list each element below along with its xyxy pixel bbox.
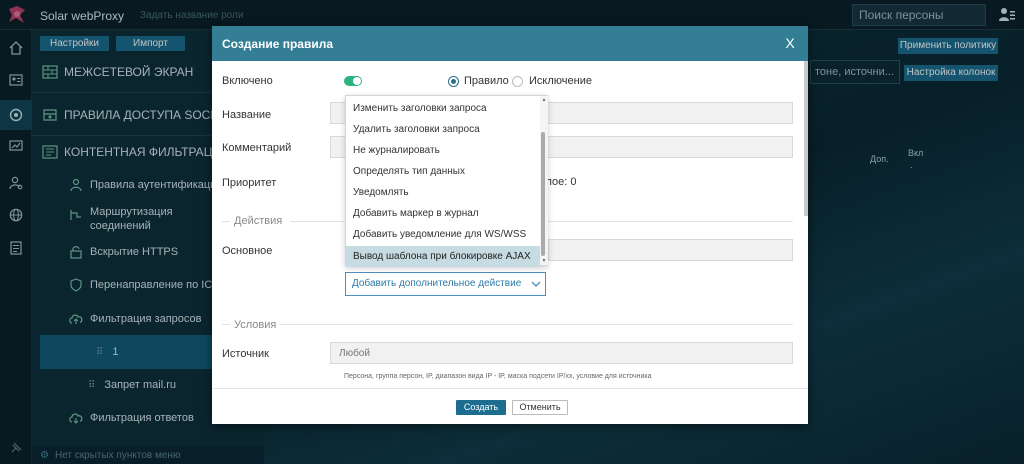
dropdown-option[interactable]: Изменить заголовки запроса	[346, 98, 540, 119]
name-label: Название	[222, 109, 272, 121]
dropdown-option[interactable]: Не журналировать	[346, 140, 540, 161]
dropdown-option[interactable]: Удалить заголовки запроса	[346, 119, 540, 140]
comment-label: Комментарий	[222, 142, 292, 154]
divider	[222, 324, 230, 325]
dropdown-option-highlighted[interactable]: Вывод шаблона при блокировке AJAX	[346, 246, 540, 267]
dropdown-option[interactable]: Определять тип данных	[346, 161, 540, 182]
divider	[280, 324, 793, 325]
chevron-down-icon	[531, 281, 541, 287]
divider	[212, 388, 808, 389]
action-dropdown-list: Изменить заголовки запроса Удалить загол…	[345, 95, 548, 267]
priority-label: Приоритет	[222, 177, 277, 189]
main-action-select[interactable]	[548, 239, 793, 261]
dropdown-option[interactable]: Уведомлять	[346, 182, 540, 203]
dialog-scrollbar[interactable]	[804, 61, 808, 216]
create-rule-dialog: Создание правила X Включено Правило Искл…	[212, 26, 808, 424]
add-action-select-label: Добавить дополнительное действие	[352, 278, 522, 289]
source-hint: Персона, группа персон, IP, диапазон вид…	[344, 373, 652, 380]
exception-radio[interactable]	[512, 76, 523, 87]
source-label: Источник	[222, 348, 269, 360]
divider	[222, 221, 230, 222]
dialog-header: Создание правила X	[212, 26, 808, 61]
actions-section-label: Действия	[234, 215, 283, 227]
close-icon[interactable]: X	[780, 33, 800, 53]
dropdown-scrollbar-thumb[interactable]	[541, 132, 545, 256]
source-input[interactable]	[330, 342, 793, 364]
scroll-down-icon[interactable]: ▼	[541, 258, 547, 264]
exception-radio-label: Исключение	[529, 75, 592, 87]
scroll-up-icon[interactable]: ▲	[541, 97, 547, 103]
create-button[interactable]: Создать	[456, 400, 506, 415]
rule-radio[interactable]	[448, 76, 459, 87]
rule-radio-label: Правило	[464, 75, 509, 87]
enabled-toggle[interactable]	[344, 76, 362, 86]
add-action-select[interactable]: Добавить дополнительное действие	[345, 272, 546, 296]
conditions-section-label: Условия	[234, 319, 277, 331]
dialog-title: Создание правила	[222, 37, 334, 51]
dropdown-option[interactable]: Добавить маркер в журнал	[346, 203, 540, 224]
cancel-button[interactable]: Отменить	[512, 400, 568, 415]
dropdown-option[interactable]: Добавить уведомление для WS/WSS	[346, 224, 540, 245]
enabled-label: Включено	[222, 75, 273, 87]
main-action-label: Основное	[222, 245, 273, 257]
